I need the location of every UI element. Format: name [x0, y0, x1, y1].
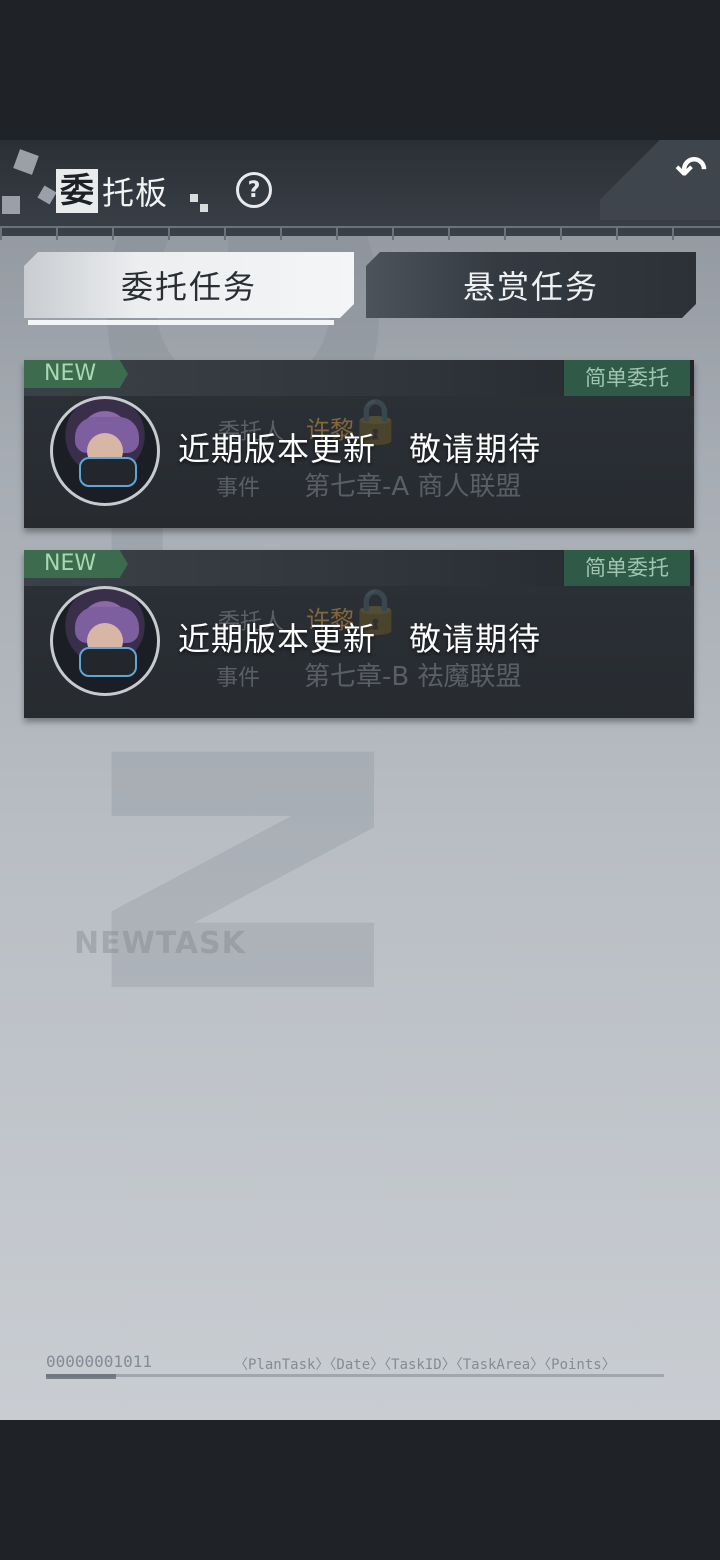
footer-divider [46, 1374, 664, 1377]
header-bar: 委 托板 ? ↶ [0, 140, 720, 240]
decor-square [190, 194, 198, 202]
return-arrow-icon[interactable]: ↶ [668, 150, 714, 190]
event-label: 事件 [216, 476, 261, 501]
tab-bounty-tasks[interactable]: 悬赏任务 [366, 252, 696, 318]
difficulty-badge: 简单委托 [564, 550, 690, 586]
help-icon[interactable]: ? [236, 172, 272, 208]
difficulty-badge: 简单委托 [564, 360, 690, 396]
footer-id: 00000001011 [46, 1352, 152, 1371]
footer-divider-fill [46, 1374, 116, 1379]
avatar-mask [79, 457, 137, 487]
active-tab-indicator-dot [326, 320, 332, 325]
page-title-rest: 托板 [102, 174, 169, 212]
task-card[interactable]: NEW 简单委托 委托人 许黎 🔒 事件 第七章-A 商人联盟 近期版本更新 敬… [24, 360, 694, 528]
coming-soon-notice: 近期版本更新 敬请期待 [178, 620, 542, 658]
header-rail-decor [0, 226, 720, 240]
page-title-first-char: 委 [56, 169, 98, 213]
decor-square [2, 196, 20, 214]
commission-board-panel: NTGY NEWTASK 委 托板 ? ↶ 委托任务 悬赏任务 NEW 简单委托 [0, 140, 720, 1420]
tab-label: 委托任务 [120, 268, 257, 306]
event-label: 事件 [216, 666, 261, 691]
client-avatar [50, 396, 160, 506]
bottom-letterbox [0, 1420, 720, 1560]
avatar-mask [79, 647, 137, 677]
top-letterbox [0, 0, 720, 140]
event-value: 第七章-B 祛魔联盟 [304, 662, 522, 692]
task-card[interactable]: NEW 简单委托 委托人 许黎 🔒 事件 第七章-B 祛魔联盟 近期版本更新 敬… [24, 550, 694, 718]
event-value: 第七章-A 商人联盟 [304, 472, 522, 502]
decor-square [200, 204, 208, 212]
client-avatar [50, 586, 160, 696]
footer-tags: 〈PlanTask〉〈Date〉〈TaskID〉〈TaskArea〉〈Point… [234, 1357, 616, 1373]
active-tab-indicator [28, 320, 334, 325]
coming-soon-notice: 近期版本更新 敬请期待 [178, 430, 542, 468]
page-title: 委 托板 [56, 168, 168, 214]
decor-square [37, 185, 57, 205]
new-badge: NEW [24, 550, 128, 578]
tab-commission-tasks[interactable]: 委托任务 [24, 252, 354, 318]
background-newtask-label: NEWTASK [74, 926, 246, 961]
new-badge: NEW [24, 360, 128, 388]
decor-square [13, 149, 39, 175]
tab-label: 悬赏任务 [462, 268, 599, 306]
